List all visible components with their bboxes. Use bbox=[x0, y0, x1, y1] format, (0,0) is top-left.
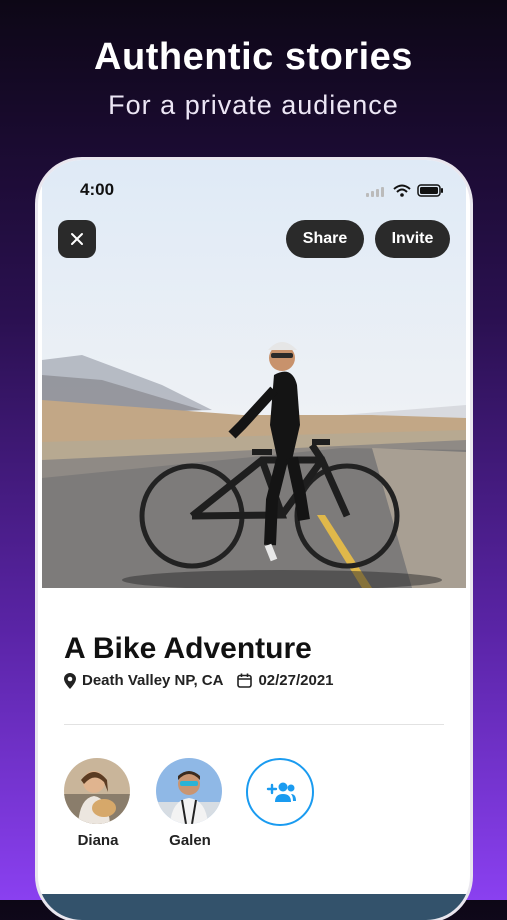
close-icon bbox=[71, 233, 83, 245]
wifi-icon bbox=[393, 184, 411, 193]
promo-subheadline: For a private audience bbox=[108, 90, 399, 120]
member-name: Galen bbox=[169, 832, 211, 849]
story-title: A Bike Adventure bbox=[64, 632, 312, 665]
status-icons bbox=[366, 183, 446, 204]
close-button[interactable] bbox=[58, 220, 96, 258]
add-member-button[interactable] bbox=[246, 758, 314, 826]
divider bbox=[64, 724, 444, 725]
promo-headline: Authentic stories bbox=[94, 36, 413, 78]
add-people-icon bbox=[266, 782, 296, 802]
phone-frame: 4:00 Share Invite A Bike Adventure Death… bbox=[38, 160, 470, 920]
story-date: 02/27/2021 bbox=[237, 672, 334, 689]
status-bar: 4:00 bbox=[38, 180, 470, 202]
story-location: Death Valley NP, CA bbox=[64, 672, 223, 689]
calendar-icon bbox=[237, 673, 253, 688]
next-story-preview bbox=[42, 894, 466, 920]
member-galen[interactable]: Galen bbox=[156, 758, 224, 849]
battery-icon bbox=[417, 184, 443, 197]
story-location-text: Death Valley NP, CA bbox=[82, 672, 224, 689]
avatar bbox=[64, 758, 130, 824]
avatar bbox=[156, 758, 222, 824]
story-meta: Death Valley NP, CA 02/27/2021 bbox=[64, 672, 348, 689]
member-name: Diana bbox=[77, 832, 119, 849]
cellular-icon bbox=[366, 187, 384, 197]
location-pin-icon bbox=[64, 672, 76, 689]
invite-button[interactable]: Invite bbox=[375, 220, 450, 258]
status-time: 4:00 bbox=[80, 180, 115, 199]
share-button[interactable]: Share bbox=[286, 220, 364, 258]
story-date-text: 02/27/2021 bbox=[258, 672, 334, 689]
member-diana[interactable]: Diana bbox=[64, 758, 132, 849]
